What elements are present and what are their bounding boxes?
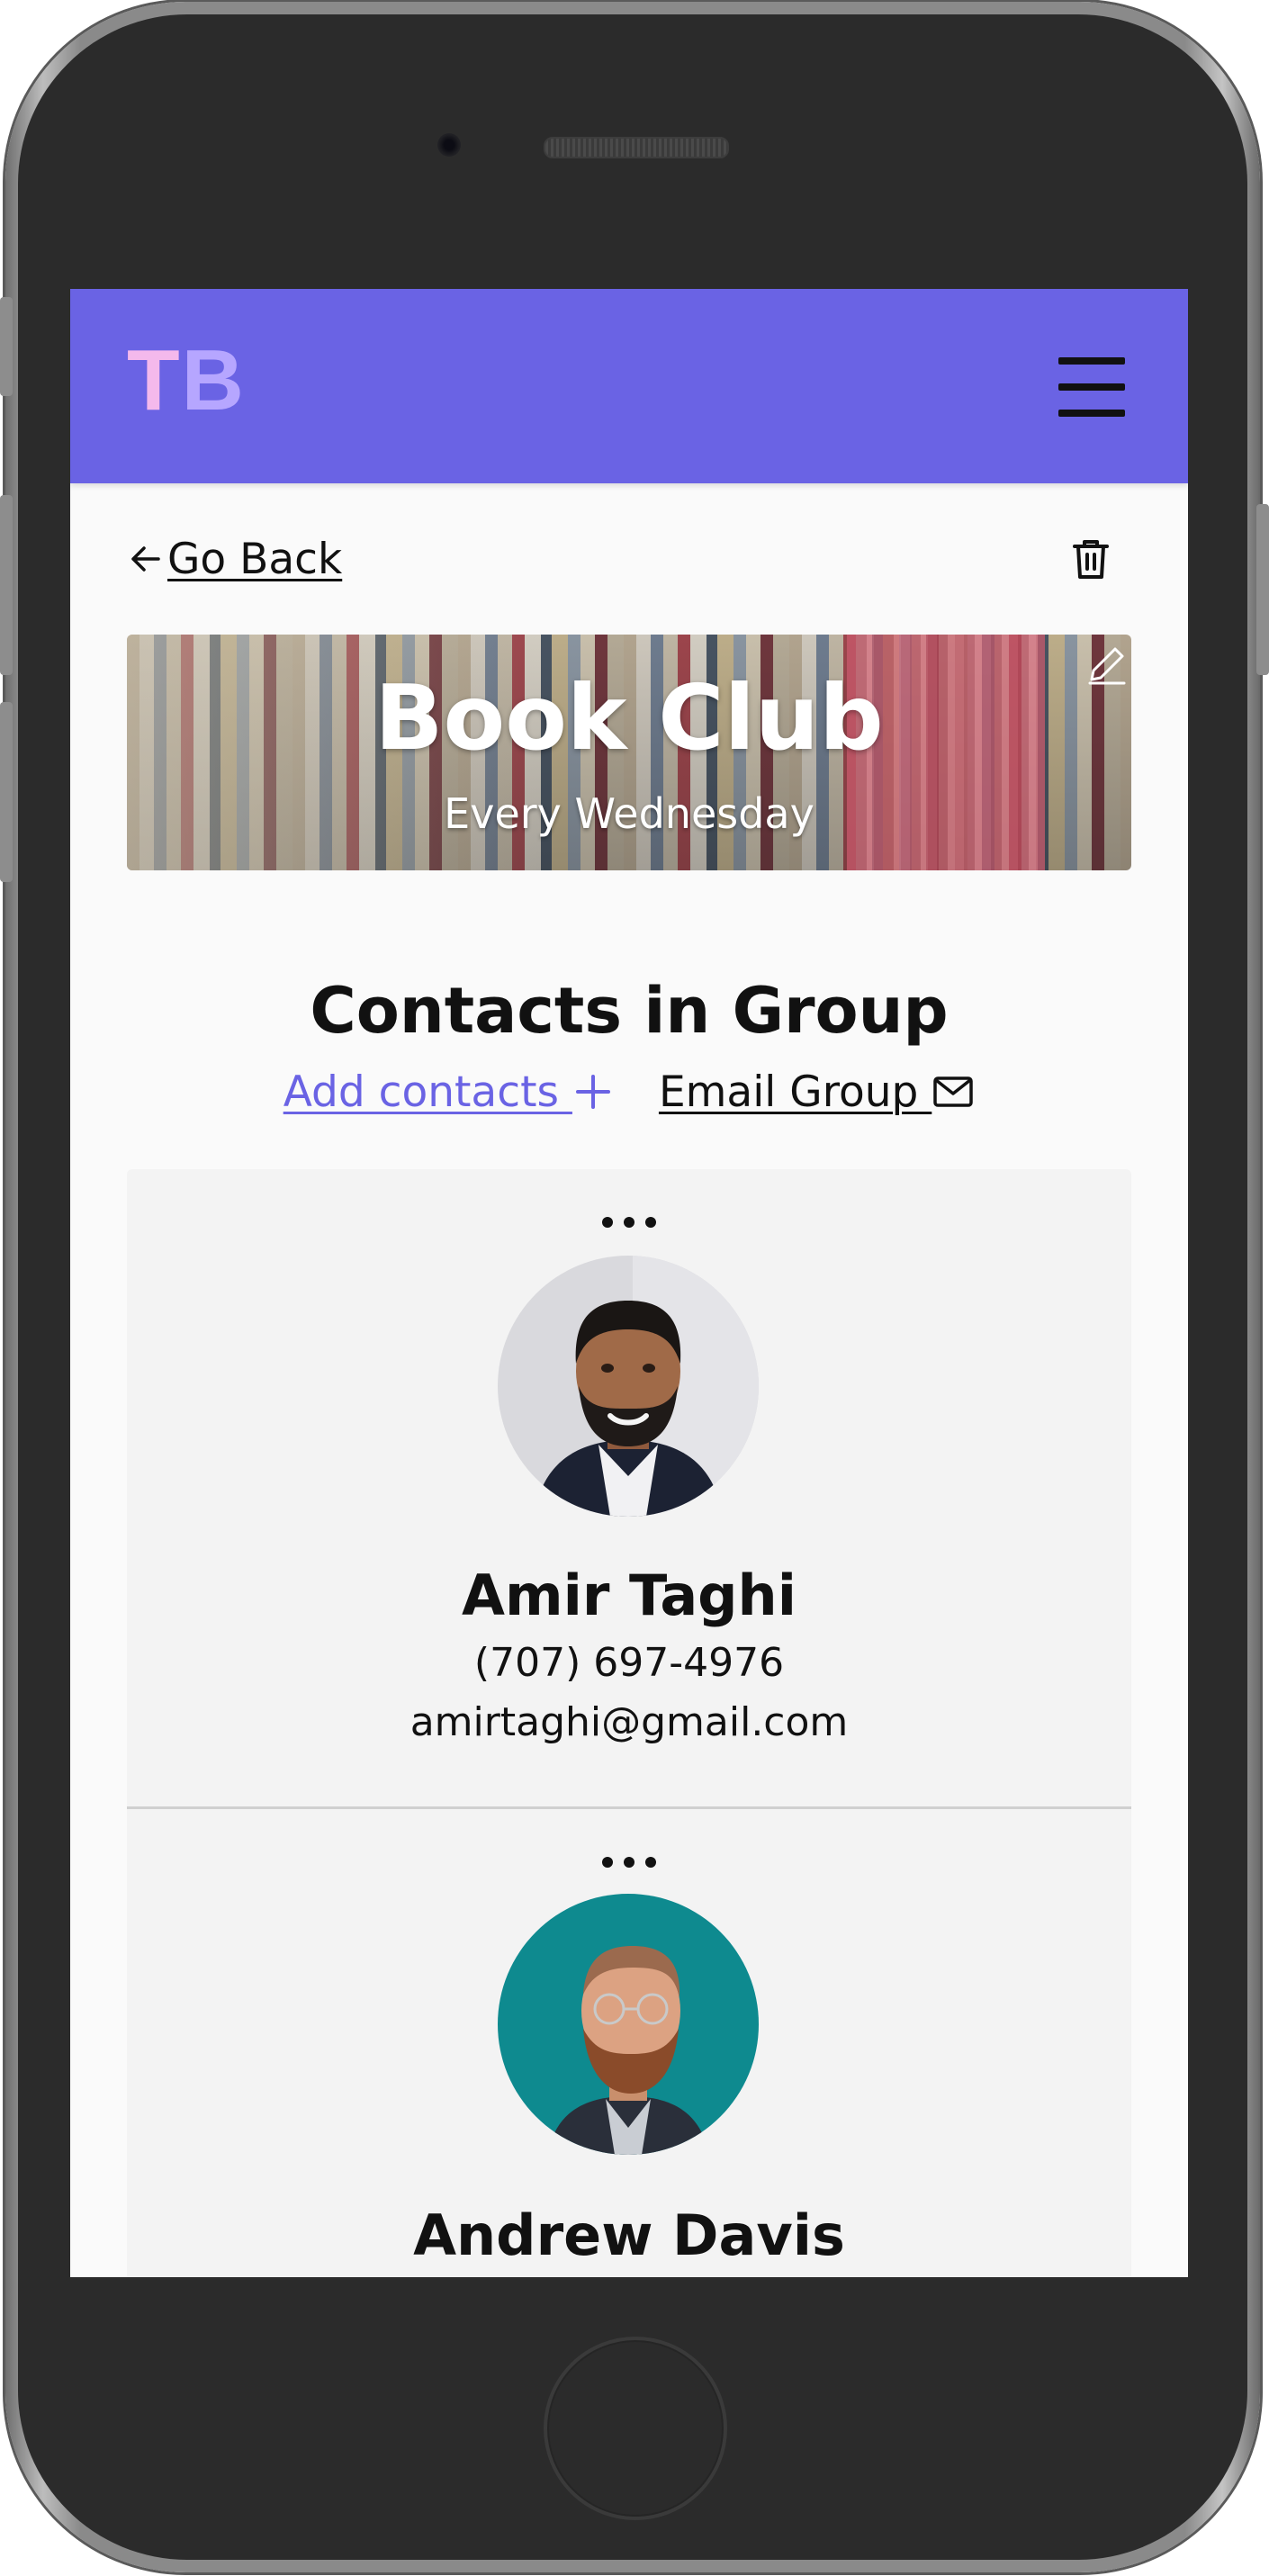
group-subtitle: Every Wednesday bbox=[444, 789, 814, 838]
contact-name: Amir Taghi bbox=[462, 1563, 796, 1628]
menu-line bbox=[1058, 383, 1125, 391]
pencil-icon[interactable] bbox=[1083, 642, 1130, 689]
group-actions: Add contacts Email Group bbox=[70, 1063, 1188, 1121]
home-button[interactable] bbox=[544, 2337, 727, 2520]
more-dots-icon[interactable] bbox=[593, 1849, 665, 1876]
mute-switch bbox=[0, 297, 13, 396]
add-contacts-link[interactable]: Add contacts bbox=[284, 1067, 614, 1117]
contact-phone[interactable]: (707) 697-4976 bbox=[127, 1639, 1131, 1688]
trash-icon[interactable] bbox=[1066, 534, 1116, 584]
avatar bbox=[498, 1894, 759, 2155]
more-dots-icon[interactable] bbox=[593, 1209, 665, 1236]
front-camera bbox=[437, 133, 461, 157]
contacts-list: Amir Taghi (707) 697-4976 amirtaghi@gmai… bbox=[127, 1169, 1131, 2277]
volume-down-button bbox=[0, 702, 13, 882]
volume-up-button bbox=[0, 495, 13, 675]
avatar bbox=[498, 1256, 759, 1517]
envelope-icon bbox=[933, 1076, 974, 1107]
earpiece-speaker bbox=[544, 137, 729, 158]
top-navbar: TB bbox=[70, 289, 1188, 483]
contact-card[interactable]: Andrew Davis bbox=[127, 1809, 1131, 2277]
add-contacts-label: Add contacts bbox=[283, 1067, 572, 1117]
contact-card[interactable]: Amir Taghi (707) 697-4976 amirtaghi@gmai… bbox=[127, 1169, 1131, 1809]
menu-line bbox=[1058, 357, 1125, 365]
app-logo[interactable]: TB bbox=[127, 327, 246, 435]
power-button bbox=[1256, 504, 1269, 675]
email-group-link[interactable]: Email Group bbox=[659, 1067, 975, 1117]
plus-icon bbox=[575, 1075, 610, 1109]
app-screen: TB Go Back Book Club Every Wednesday Con… bbox=[70, 289, 1188, 2277]
contacts-heading: Contacts in Group bbox=[310, 974, 949, 1048]
group-title: Book Club bbox=[374, 665, 884, 770]
contact-email[interactable]: amirtaghi@gmail.com bbox=[127, 1698, 1131, 1747]
menu-line bbox=[1058, 410, 1125, 417]
go-back-label: Go Back bbox=[167, 534, 343, 584]
go-back-link[interactable]: Go Back bbox=[128, 532, 342, 586]
contact-name: Andrew Davis bbox=[413, 2202, 845, 2268]
logo-letter-t: T bbox=[127, 332, 182, 428]
logo-letter-b: B bbox=[181, 332, 246, 428]
arrow-left-icon bbox=[131, 546, 160, 572]
email-group-label: Email Group bbox=[658, 1067, 932, 1117]
group-banner: Book Club Every Wednesday bbox=[127, 635, 1131, 870]
hamburger-menu-icon[interactable] bbox=[1051, 347, 1132, 428]
